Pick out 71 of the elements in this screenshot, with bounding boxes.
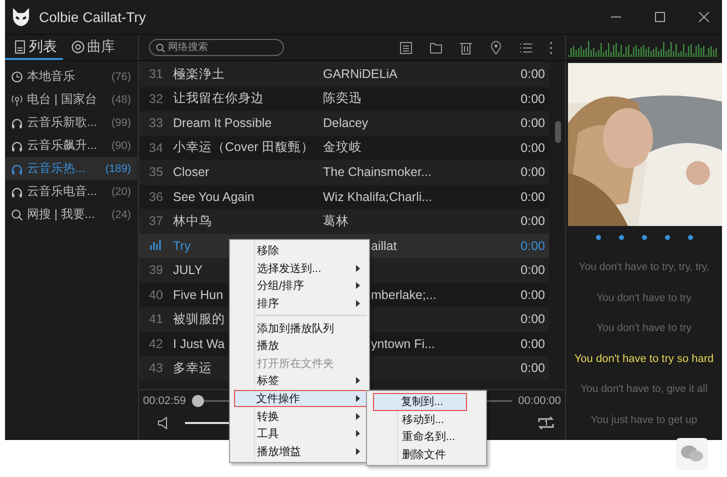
- track-duration: 0:00: [520, 336, 546, 351]
- track-duration: 0:00: [520, 238, 546, 253]
- track-artist: 陈奕迅: [323, 91, 362, 106]
- track-number: 32: [149, 92, 163, 106]
- track-count: (99): [111, 116, 131, 128]
- playlist-name: 本地音乐: [27, 68, 76, 85]
- track-count: (48): [111, 94, 131, 106]
- track-number: 33: [149, 116, 163, 130]
- track-count: (24): [111, 208, 131, 220]
- track-number: 43: [149, 361, 163, 376]
- track-number: 35: [149, 165, 163, 180]
- lyric-line: You don't have to try so hard: [574, 352, 714, 366]
- track-count: (189): [105, 162, 131, 174]
- track-artist: Wiz Khalifa;Charli...: [323, 190, 432, 204]
- track-number: 40: [149, 288, 163, 302]
- track-artist: The Chainsmoker...: [323, 165, 432, 180]
- track-artist: mberlake;...: [371, 288, 436, 302]
- track-duration: 0:00: [520, 67, 546, 82]
- track-number: 36: [149, 190, 163, 204]
- track-title: 林中鸟: [173, 214, 212, 228]
- track-number: 41: [149, 312, 163, 326]
- track-artist: yntown Fi...: [371, 336, 435, 351]
- playlist-name: 云音乐飙升...: [27, 137, 98, 154]
- lyric-line: You don't have to try: [596, 321, 692, 336]
- track-number: 31: [149, 67, 163, 82]
- track-title: See You Again: [173, 190, 254, 204]
- lyric-line: You don't have to try, try, try,: [578, 260, 710, 275]
- playlist-name: 云音乐新歌...: [27, 114, 98, 131]
- lyric-line: You just have to get up: [590, 412, 698, 428]
- track-title: 極楽浄土: [173, 66, 225, 81]
- track-title: Dream It Possible: [173, 116, 272, 130]
- track-artist: 葛林: [323, 214, 349, 228]
- track-title: I Just Wa: [173, 336, 225, 351]
- playlist-name: 云音乐电音...: [27, 183, 98, 200]
- playlist-name: 网搜 | 我要...: [27, 206, 96, 223]
- track-artist: Delacey: [323, 116, 368, 130]
- lyric-line: You don't have to, give it all: [580, 382, 708, 397]
- elapsed-time: 00:02:59: [143, 395, 186, 407]
- track-artist: 金玟岐: [323, 140, 362, 154]
- track-duration: 0:00: [520, 165, 546, 180]
- track-title: Five Hun: [173, 288, 224, 302]
- track-title: Try: [173, 238, 191, 253]
- track-artist: GARNiDELiA: [323, 67, 398, 82]
- track-count: (90): [111, 140, 131, 152]
- track-title: 小幸运（Cover 田馥甄）: [173, 140, 314, 154]
- track-duration: 0:00: [520, 214, 546, 228]
- track-title: 让我留在你身边: [173, 91, 264, 106]
- track-number: 42: [149, 336, 163, 351]
- track-title: Closer: [173, 165, 210, 180]
- track-duration: 0:00: [520, 140, 546, 155]
- total-time: 00:00:00: [518, 395, 561, 407]
- lyric-line: You don't have to try: [596, 290, 692, 306]
- track-duration: 0:00: [520, 92, 546, 106]
- track-number: 34: [149, 140, 163, 155]
- window-title: Colbie Caillat-Try: [39, 9, 147, 25]
- track-title: JULY: [173, 263, 203, 278]
- track-count: (76): [111, 70, 131, 82]
- track-duration: 0:00: [520, 263, 546, 278]
- playlist-name: 电台 | 国家台: [27, 91, 98, 108]
- track-duration: 0:00: [520, 116, 546, 130]
- track-title: 多幸运: [173, 360, 212, 375]
- track-number: 39: [149, 263, 163, 278]
- playlist-name: 云音乐热...: [27, 160, 86, 177]
- track-count: (20): [111, 186, 131, 198]
- track-artist: aillat: [371, 238, 397, 253]
- track-number: 37: [149, 214, 163, 228]
- track-duration: 0:00: [520, 312, 546, 326]
- track-duration: 0:00: [520, 361, 546, 376]
- track-duration: 0:00: [520, 288, 546, 302]
- track-title: 被驯服的: [173, 312, 225, 326]
- track-duration: 0:00: [520, 190, 546, 204]
